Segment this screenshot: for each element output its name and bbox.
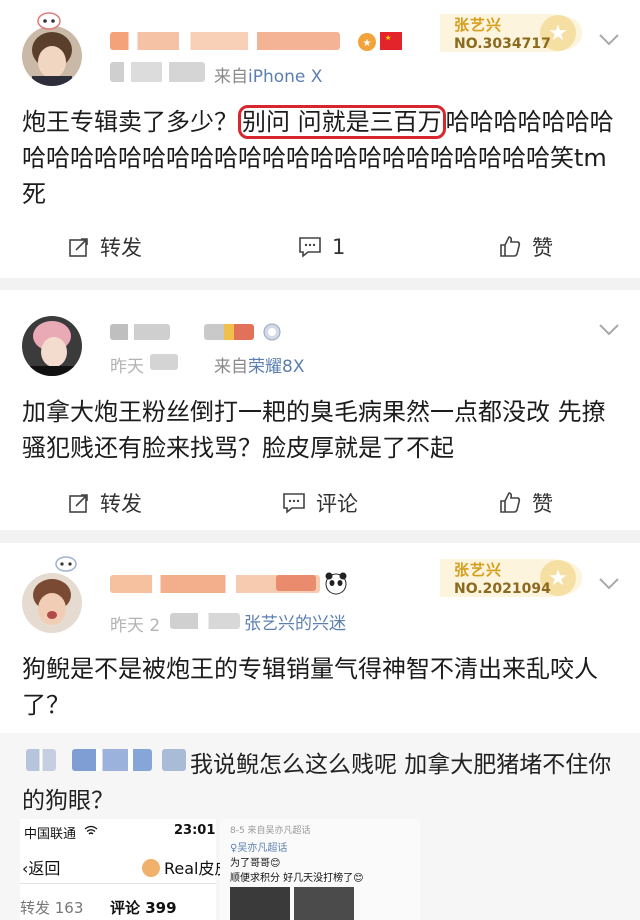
post-actions: 转发 评论 赞	[0, 476, 640, 530]
avatar[interactable]	[22, 573, 82, 633]
time-blurred	[170, 613, 240, 629]
avatar[interactable]	[22, 26, 82, 86]
username-blurred[interactable]	[110, 32, 340, 50]
comment-count: 评论 399	[110, 899, 177, 917]
comment-button[interactable]: 评论	[282, 476, 358, 530]
user-badge-icon	[55, 556, 77, 572]
svg-text:★: ★	[363, 38, 372, 49]
repost-icon	[69, 238, 88, 257]
username-blurred[interactable]	[204, 324, 254, 340]
source-link[interactable]: iPhone X	[248, 67, 322, 87]
like-button[interactable]: 赞	[498, 476, 553, 530]
svg-text:★: ★	[548, 21, 568, 46]
embedded-screenshot[interactable]: 中国联通 23:01 ‹返回 Real皮皮 转发 163 评论 399	[20, 819, 231, 920]
username-blurred[interactable]	[110, 324, 170, 340]
badge-number: NO.2021094	[454, 581, 551, 597]
comment-button[interactable]: 1	[298, 220, 345, 274]
chevron-down-icon[interactable]	[598, 33, 620, 47]
like-icon	[500, 492, 521, 513]
screenshot-line: 顺便求积分 好几天没打榜了😊	[230, 873, 364, 884]
weibo-post-2: 昨天 来自荣耀8X 加拿大炮王粉丝倒打一耙的臭毛病果然一点都没改 先撩骚犯贱还有…	[0, 290, 640, 530]
time-blurred	[150, 354, 178, 370]
repost-block: 我说鲵怎么这么贱呢 加拿大肥猪堵不住你的狗眼？ 中国联通 23:01 ‹返回 R…	[0, 733, 640, 920]
embedded-screenshot-2[interactable]: 8-5 来自吴亦凡超话 ♀吴亦凡超话 为了哥哥😊 顺便求积分 好几天没打榜了😊	[220, 819, 420, 920]
badge-name: 张艺兴	[454, 561, 503, 579]
highlighted-text: 别问 问就是三百万	[238, 105, 446, 139]
repost-icon	[69, 494, 88, 513]
repost-count: 转发 163	[20, 899, 84, 917]
repost-button[interactable]: 转发	[68, 476, 142, 530]
screenshot-image	[294, 887, 354, 920]
source-link[interactable]: 张艺兴的兴迷	[244, 614, 346, 634]
post-actions: 转发 1 赞	[0, 220, 640, 274]
medal-icon: ★	[358, 33, 376, 51]
repost-button[interactable]: 转发	[68, 220, 142, 274]
post-source: 来自iPhone X	[214, 67, 323, 87]
weibo-post-3: 昨天 2 张艺兴的兴迷 ★ 张艺兴 NO.2021094 狗鲵是不是被炮王的专辑…	[0, 543, 640, 733]
post-text: 狗鲵是不是被炮王的专辑销量气得神智不清出来乱咬人了？	[22, 655, 598, 719]
china-flag-icon: ★	[380, 32, 402, 50]
medal-icon	[263, 323, 281, 341]
comment-icon	[299, 237, 321, 258]
badge-number: NO.3034717	[454, 36, 551, 52]
avatar[interactable]	[22, 316, 82, 376]
comment-icon	[283, 493, 305, 514]
post-time: 昨天 2	[110, 616, 161, 636]
screenshot-user: Real皮皮	[142, 855, 231, 879]
svg-text:★: ★	[548, 566, 568, 591]
back-button[interactable]: ‹返回	[22, 855, 60, 879]
username-blurred[interactable]	[276, 575, 316, 591]
panda-icon	[325, 572, 347, 595]
source-link[interactable]: 荣耀8X	[248, 357, 304, 377]
chevron-down-icon[interactable]	[598, 323, 620, 337]
like-button[interactable]: 赞	[498, 220, 553, 274]
post-text: 加拿大炮王粉丝倒打一耙的臭毛病果然一点都没改 先撩骚犯贱还有脸来找骂？脸皮厚就是…	[22, 398, 606, 462]
post-source: 来自荣耀8X	[214, 357, 305, 377]
badge-name: 张艺兴	[454, 16, 503, 34]
wifi-icon	[84, 825, 98, 835]
chevron-down-icon[interactable]	[598, 577, 620, 591]
post-source: 张艺兴的兴迷	[244, 609, 346, 634]
screenshot-meta: 8-5 来自吴亦凡超话	[230, 826, 311, 836]
fan-badge[interactable]: ★ 张艺兴 NO.3034717	[434, 8, 584, 58]
post-text: 炮王专辑卖了多少？ 别问 问就是三百万 哈哈哈哈哈哈哈哈哈哈哈哈哈哈哈哈哈哈哈哈哈哈…	[22, 104, 622, 212]
time-blurred	[110, 62, 205, 82]
weibo-post-1: ★ ★ 来自iPhone X ★ 张艺兴 NO.3034717 炮王专辑卖了多少…	[0, 0, 640, 278]
carrier-label: 中国联通	[24, 827, 77, 842]
screenshot-topic: ♀吴亦凡超话	[230, 843, 288, 854]
like-icon	[500, 236, 521, 257]
screenshot-line: 为了哥哥😊	[230, 858, 281, 869]
repost-text: 我说鲵怎么这么贱呢 加拿大肥猪堵不住你的狗眼？	[22, 752, 612, 814]
svg-text:★: ★	[385, 34, 391, 42]
post-time: 昨天	[110, 357, 144, 377]
status-time: 23:01	[174, 823, 216, 838]
screenshot-image	[230, 887, 290, 920]
user-badge-icon	[37, 12, 61, 30]
fan-badge[interactable]: ★ 张艺兴 NO.2021094	[434, 553, 584, 603]
